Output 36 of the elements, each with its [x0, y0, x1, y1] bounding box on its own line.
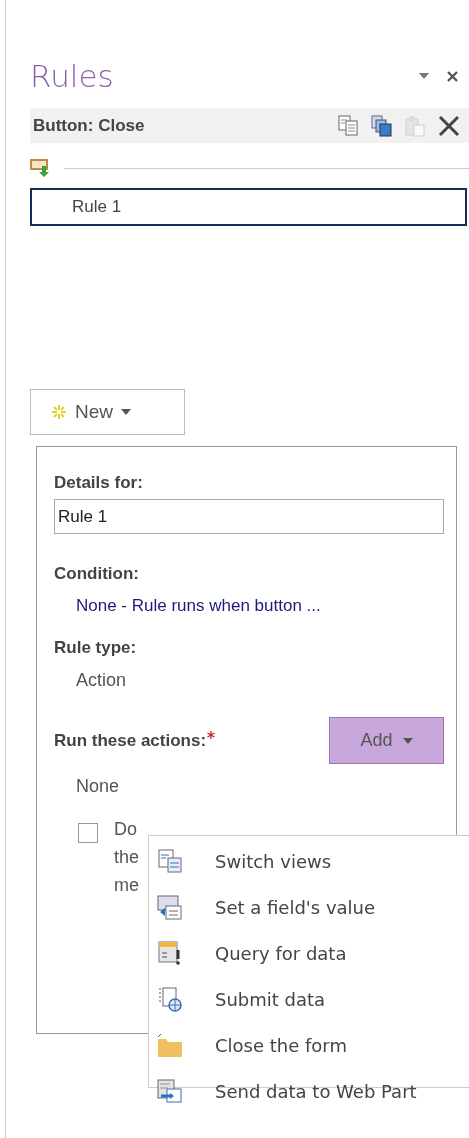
checkbox-label: the: [114, 846, 140, 869]
rule-type-label: Rule type:: [54, 638, 138, 658]
submit-form-icon: [157, 986, 183, 1012]
database-form-icon: [157, 940, 183, 966]
menu-item[interactable]: Close the form: [149, 1022, 469, 1068]
condition-link[interactable]: None - Rule runs when button ...: [76, 596, 456, 616]
details-label: Details for:: [54, 473, 144, 493]
document-stack-icon[interactable]: [371, 114, 392, 137]
condition-label: Condition:: [54, 564, 140, 584]
menu-item[interactable]: Send data to Web Part: [149, 1068, 469, 1114]
delete-icon[interactable]: [438, 114, 460, 137]
copy-icon[interactable]: [338, 115, 358, 136]
switch-views-icon: [157, 848, 183, 874]
rule-name-field[interactable]: Rule 1: [54, 499, 444, 534]
caret-icon: [402, 736, 413, 745]
sparkle-icon: [51, 404, 67, 420]
control-name-label: Button: Close: [33, 115, 145, 136]
rule-list-item[interactable]: Rule 1: [30, 188, 467, 226]
menu-item[interactable]: Switch views: [149, 838, 469, 884]
close-icon[interactable]: [446, 69, 459, 83]
menu-item[interactable]: Submit data: [149, 976, 469, 1022]
actions-value: None: [76, 776, 121, 797]
caret-icon: [121, 408, 131, 416]
new-button[interactable]: New: [30, 389, 185, 435]
rule-type-value: Action: [76, 670, 128, 691]
folder-icon: [157, 1032, 183, 1058]
checkbox-label: me: [114, 874, 139, 897]
form-field-icon: [157, 894, 183, 920]
checkbox[interactable]: [78, 823, 98, 843]
actions-label: Run these actions:: [54, 730, 207, 751]
add-button[interactable]: Add: [329, 717, 444, 764]
rule-arrow-icon: [30, 158, 52, 178]
checkbox-label: Do: [114, 818, 137, 841]
menu-item[interactable]: Set a field's value: [149, 884, 469, 930]
menu-item[interactable]: Query for data: [149, 930, 469, 976]
pane-title: Rules: [30, 57, 114, 96]
